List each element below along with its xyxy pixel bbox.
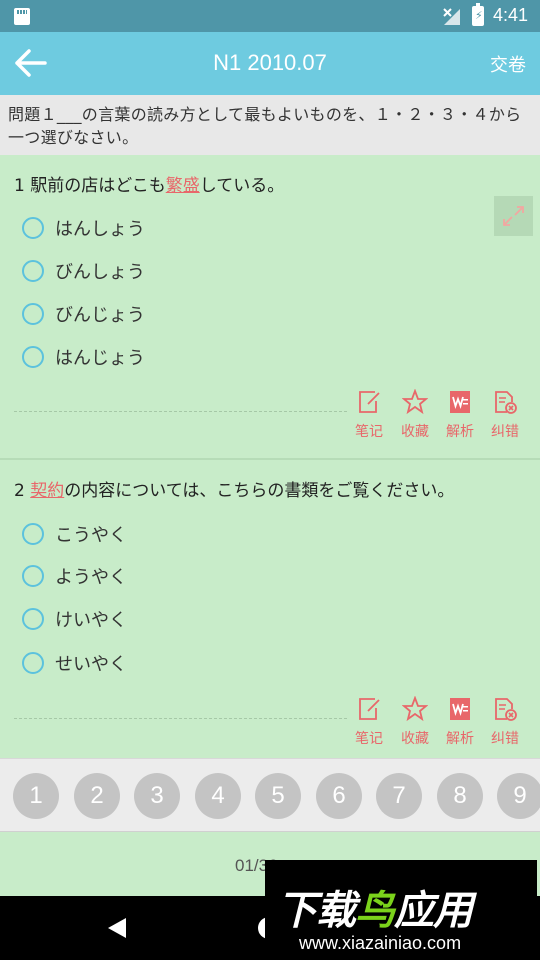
question-number-button[interactable]: 1 <box>13 773 59 819</box>
note-icon <box>359 391 380 413</box>
question-pager[interactable]: 1 2 3 4 5 6 7 8 9 <box>0 758 540 832</box>
divider <box>14 718 347 719</box>
status-bar: ⚡ 4:41 <box>0 0 540 32</box>
nav-back-icon[interactable] <box>108 918 126 938</box>
question-instruction: 問題１___の言葉の読み方として最もよいものを、１・２・３・４から一つ選びなさい… <box>0 95 540 155</box>
report-error-icon <box>495 698 517 721</box>
option-label: びんしょう <box>55 262 145 283</box>
divider <box>14 411 347 412</box>
watermark-url: www.xiazainiao.com <box>299 933 462 953</box>
signal-icon <box>443 8 460 25</box>
option-4[interactable]: せいやく <box>22 648 127 678</box>
question-number: 2 <box>14 481 25 501</box>
note-button[interactable]: 笔记 <box>349 696 389 748</box>
watermark-brand-tail: 应用 <box>394 888 473 934</box>
radio-button[interactable] <box>22 565 44 587</box>
favorite-label: 收藏 <box>401 424 429 440</box>
question-number-button[interactable]: 9 <box>497 773 540 819</box>
radio-button[interactable] <box>22 608 44 630</box>
watermark: 下载鸟应用 www.xiazainiao.com <box>265 860 537 960</box>
correct-button[interactable]: 纠错 <box>485 389 525 441</box>
expand-icon <box>503 206 524 226</box>
word-document-icon <box>450 698 470 720</box>
option-1[interactable]: はんしょう <box>22 213 145 243</box>
watermark-logo: 下载鸟应用 <box>277 878 473 936</box>
note-button[interactable]: 笔记 <box>349 389 389 441</box>
status-time: 4:41 <box>492 5 528 25</box>
page-title: N1 2010.07 <box>213 50 327 75</box>
question-text-before: 駅前の店はどこも <box>30 176 166 196</box>
radio-button[interactable] <box>22 523 44 545</box>
watermark-brand-accent: 鸟 <box>355 888 395 934</box>
option-label: せいやく <box>55 654 127 675</box>
analysis-button[interactable]: 解析 <box>440 389 480 441</box>
question-card: 2 契約の内容については、こちらの書類をご覧ください。 こうやく ようやく けい… <box>0 460 540 756</box>
report-error-icon <box>495 391 517 414</box>
favorite-label: 收藏 <box>401 731 429 747</box>
battery-charging-icon: ⚡ <box>472 3 484 26</box>
question-text: 2 契約の内容については、こちらの書類をご覧ください。 <box>14 476 454 501</box>
option-4[interactable]: はんじょう <box>22 342 145 372</box>
question-keyword: 繁盛 <box>165 176 200 196</box>
question-text-after: している。 <box>199 176 285 196</box>
watermark-brand-main: 下载 <box>277 888 356 934</box>
option-3[interactable]: けいやく <box>22 604 127 634</box>
note-label: 笔记 <box>355 424 383 440</box>
word-document-icon <box>450 391 470 413</box>
option-2[interactable]: びんしょう <box>22 256 145 286</box>
question-number-button[interactable]: 6 <box>316 773 362 819</box>
submit-button[interactable]: 交卷 <box>490 51 526 77</box>
app-bar: N1 2010.07 交卷 <box>0 32 540 95</box>
expand-button[interactable] <box>494 196 533 236</box>
correct-button[interactable]: 纠错 <box>485 696 525 748</box>
option-label: ようやく <box>55 567 127 588</box>
radio-button[interactable] <box>22 346 44 368</box>
question-text: 1 駅前の店はどこも繁盛している。 <box>14 171 284 196</box>
star-icon <box>402 696 428 722</box>
question-text-after: の内容については、こちらの書類をご覧ください。 <box>64 481 455 501</box>
question-number-button[interactable]: 8 <box>437 773 483 819</box>
option-1[interactable]: こうやく <box>22 519 127 549</box>
question-number-button[interactable]: 4 <box>195 773 241 819</box>
radio-button[interactable] <box>22 303 44 325</box>
option-2[interactable]: ようやく <box>22 561 127 591</box>
analysis-label: 解析 <box>446 731 474 747</box>
question-number: 1 <box>14 176 25 196</box>
question-number-button[interactable]: 7 <box>376 773 422 819</box>
correct-label: 纠错 <box>491 424 519 440</box>
analysis-button[interactable]: 解析 <box>440 696 480 748</box>
option-label: びんじょう <box>55 305 145 326</box>
note-label: 笔记 <box>355 731 383 747</box>
question-number-button[interactable]: 5 <box>255 773 301 819</box>
question-number-button[interactable]: 3 <box>134 773 180 819</box>
option-label: こうやく <box>55 525 127 546</box>
note-icon <box>359 698 380 720</box>
option-3[interactable]: びんじょう <box>22 299 145 329</box>
correct-label: 纠错 <box>491 731 519 747</box>
sd-card-icon <box>14 8 30 25</box>
star-icon <box>402 389 428 415</box>
radio-button[interactable] <box>22 217 44 239</box>
favorite-button[interactable]: 收藏 <box>395 696 435 748</box>
option-label: けいやく <box>55 610 127 631</box>
option-label: はんしょう <box>55 219 145 240</box>
question-card: 1 駅前の店はどこも繁盛している。 はんしょう びんしょう びんじょう はんじょ… <box>0 155 540 458</box>
favorite-button[interactable]: 收藏 <box>395 389 435 441</box>
question-keyword: 契約 <box>30 481 65 501</box>
radio-button[interactable] <box>22 652 44 674</box>
option-label: はんじょう <box>55 348 145 369</box>
radio-button[interactable] <box>22 260 44 282</box>
analysis-label: 解析 <box>446 424 474 440</box>
question-number-button[interactable]: 2 <box>74 773 120 819</box>
